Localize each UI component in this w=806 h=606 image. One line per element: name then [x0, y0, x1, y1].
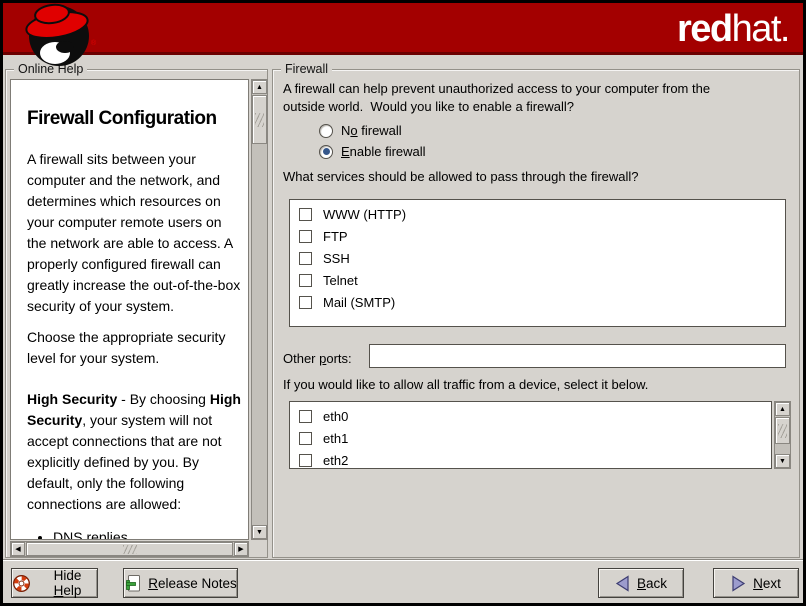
thumb-grip	[255, 113, 264, 127]
help-vscroll-thumb[interactable]	[252, 95, 267, 144]
next-button[interactable]: Next	[713, 568, 799, 598]
scroll-up-icon[interactable]: ▲	[252, 80, 267, 94]
service-row-mail[interactable]: Mail (SMTP)	[290, 291, 785, 313]
radio-enable-firewall[interactable]: Enable firewall	[319, 143, 426, 160]
services-question: What services should be allowed to pass …	[283, 169, 639, 184]
device-label: eth0	[323, 409, 348, 424]
service-row-ssh[interactable]: SSH	[290, 247, 785, 269]
services-list: WWW (HTTP) FTP SSH Telnet Mail (SMTP)	[289, 199, 786, 327]
help-paragraph-1: A firewall sits between your computer an…	[27, 149, 244, 317]
help-paragraph-3: High Security - By choosing High Securit…	[27, 389, 244, 515]
service-row-ftp[interactable]: FTP	[290, 225, 785, 247]
device-label: eth1	[323, 431, 348, 446]
redhat-shadowman-logo-icon: ®	[7, 3, 105, 67]
scroll-down-icon[interactable]: ▼	[252, 525, 267, 539]
next-label: Next	[753, 576, 781, 591]
scroll-down-icon[interactable]: ▼	[775, 454, 790, 468]
back-arrow-icon	[615, 575, 630, 592]
help-vertical-scrollbar[interactable]: ▲ ▼	[251, 79, 268, 540]
help-bold-high-security: High Security	[27, 391, 117, 407]
help-horizontal-scrollbar[interactable]: ◀ ▶	[10, 541, 249, 557]
thumb-grip	[123, 545, 137, 554]
brand-hat: hat.	[732, 8, 789, 50]
radio-dot	[323, 148, 330, 155]
firewall-frame-title: Firewall	[281, 62, 332, 77]
devices-vertical-scrollbar[interactable]: ▲ ▼	[774, 401, 791, 469]
online-help-frame: Online Help Firewall Configuration A fir…	[5, 69, 268, 558]
service-row-www[interactable]: WWW (HTTP)	[290, 203, 785, 225]
release-notes-page-icon	[124, 574, 141, 593]
other-ports-input[interactable]	[369, 344, 786, 368]
release-notes-label: Release Notes	[148, 576, 237, 591]
help-bullet-list: DNS replies	[53, 527, 244, 540]
footer-separator	[3, 559, 803, 560]
device-row-eth1[interactable]: eth1	[290, 427, 771, 449]
scroll-up-icon[interactable]: ▲	[775, 402, 790, 416]
radio-no-firewall[interactable]: No firewall	[319, 122, 402, 139]
back-label: Back	[637, 576, 667, 591]
release-notes-button[interactable]: Release Notes	[123, 568, 238, 598]
svg-text:®: ®	[91, 39, 97, 47]
service-label: FTP	[323, 229, 348, 244]
redhat-wordmark: redhat.	[677, 7, 789, 51]
help-text-area: Firewall Configuration A firewall sits b…	[10, 79, 249, 540]
help-paragraph-2: Choose the appropriate security level fo…	[27, 327, 244, 369]
thumb-grip	[778, 424, 787, 438]
devices-vscroll-thumb[interactable]	[775, 417, 790, 444]
device-label: eth2	[323, 453, 348, 468]
checkbox-icon[interactable]	[299, 296, 312, 309]
service-label: SSH	[323, 251, 350, 266]
radio-enable-firewall-label: Enable firewall	[341, 144, 426, 159]
firewall-intro-text: A firewall can help prevent unauthorized…	[283, 80, 751, 116]
checkbox-icon[interactable]	[299, 252, 312, 265]
device-row-eth0[interactable]: eth0	[290, 405, 771, 427]
checkbox-icon[interactable]	[299, 274, 312, 287]
header-banner: redhat.	[3, 3, 803, 55]
brand-red: red	[677, 8, 732, 50]
radio-circle-selected[interactable]	[319, 145, 333, 159]
installer-window: redhat. ® Online Help Firewall Configura…	[0, 0, 806, 606]
next-arrow-icon	[731, 575, 746, 592]
service-label: Mail (SMTP)	[323, 295, 395, 310]
checkbox-icon[interactable]	[299, 208, 312, 221]
devices-list: eth0 eth1 eth2	[289, 401, 772, 469]
help-hscroll-thumb[interactable]	[26, 542, 233, 556]
checkbox-icon[interactable]	[299, 454, 312, 467]
other-ports-label: Other ports:	[283, 351, 352, 366]
device-hint-text: If you would like to allow all traffic f…	[283, 377, 648, 392]
radio-circle[interactable]	[319, 124, 333, 138]
service-row-telnet[interactable]: Telnet	[290, 269, 785, 291]
checkbox-icon[interactable]	[299, 410, 312, 423]
scroll-right-icon[interactable]: ▶	[234, 542, 248, 556]
checkbox-icon[interactable]	[299, 432, 312, 445]
radio-no-firewall-label: No firewall	[341, 123, 402, 138]
service-label: Telnet	[323, 273, 358, 288]
scroll-left-icon[interactable]: ◀	[11, 542, 25, 556]
hide-help-label: Hide Help	[38, 568, 97, 598]
hide-help-button[interactable]: Hide Help	[11, 568, 98, 598]
service-label: WWW (HTTP)	[323, 207, 406, 222]
firewall-frame: Firewall A firewall can help prevent una…	[272, 69, 800, 558]
help-bullet-dns-replies: DNS replies	[53, 527, 244, 540]
life-ring-icon	[12, 574, 31, 593]
help-title: Firewall Configuration	[27, 108, 244, 129]
back-button[interactable]: Back	[598, 568, 684, 598]
device-row-eth2[interactable]: eth2	[290, 449, 771, 469]
checkbox-icon[interactable]	[299, 230, 312, 243]
